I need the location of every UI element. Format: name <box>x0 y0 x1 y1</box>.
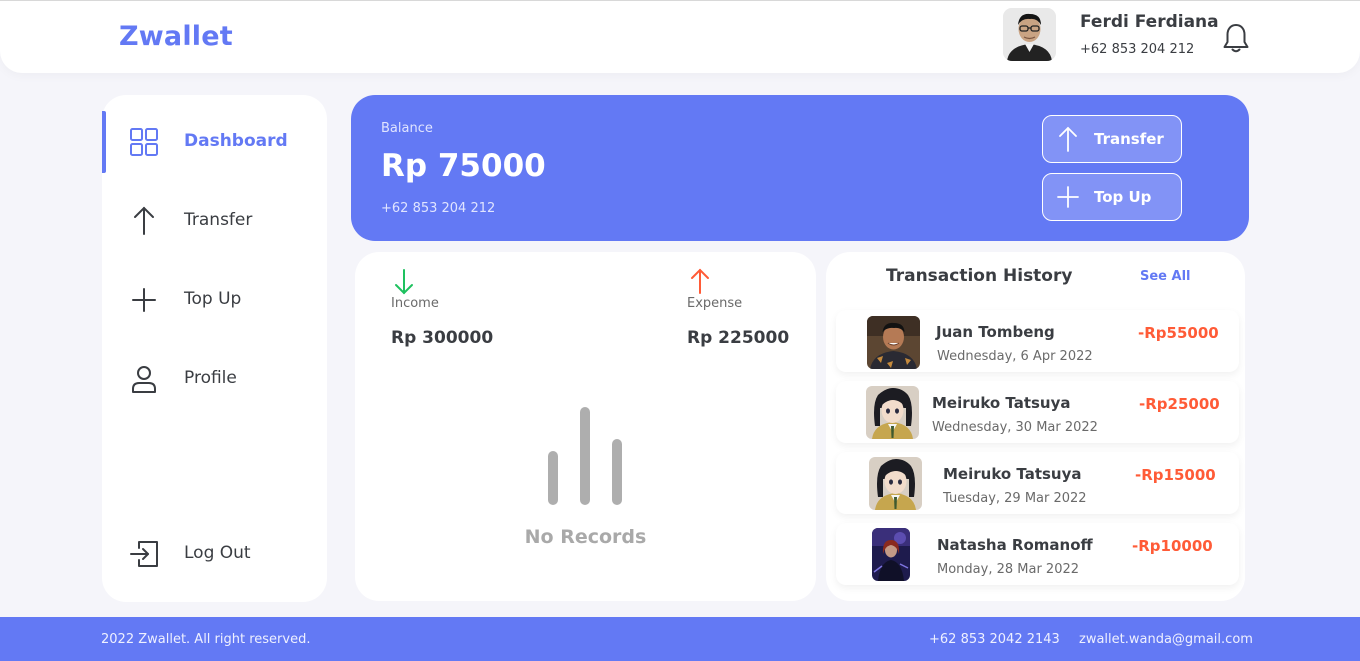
income-value: Rp 300000 <box>391 328 494 348</box>
user-avatar[interactable] <box>1003 8 1056 61</box>
transaction-item[interactable]: Natasha Romanoff Monday, 28 Mar 2022 -Rp… <box>836 523 1239 585</box>
balance-phone: +62 853 204 212 <box>381 201 496 216</box>
transaction-name: Meiruko Tatsuya <box>943 465 1082 483</box>
history-title: Transaction History <box>886 266 1073 286</box>
user-icon <box>129 364 159 394</box>
transaction-name: Juan Tombeng <box>936 323 1055 341</box>
transaction-item[interactable]: Meiruko Tatsuya Tuesday, 29 Mar 2022 -Rp… <box>836 452 1239 514</box>
plus-icon <box>129 285 159 315</box>
top-header: Zwallet Ferdi Ferdiana +62 853 204 212 <box>0 0 1360 73</box>
expense-label: Expense <box>687 296 743 311</box>
user-photo-icon <box>1003 8 1056 61</box>
transaction-item[interactable]: Meiruko Tatsuya Wednesday, 30 Mar 2022 -… <box>836 381 1239 443</box>
logout-icon <box>129 539 159 569</box>
contact-avatar <box>869 457 922 510</box>
transaction-date: Tuesday, 29 Mar 2022 <box>943 491 1087 506</box>
sidebar-item-transfer[interactable]: Transfer <box>102 190 327 252</box>
transaction-amount: -Rp10000 <box>1132 537 1213 555</box>
user-phone: +62 853 204 212 <box>1080 42 1195 57</box>
contact-avatar <box>872 528 910 581</box>
logout-button[interactable]: Log Out <box>102 523 327 585</box>
expense-value: Rp 225000 <box>687 328 790 348</box>
person-photo-icon <box>867 316 920 369</box>
arrow-down-icon <box>391 268 417 296</box>
active-indicator <box>102 111 106 173</box>
arrow-up-icon <box>1055 126 1081 152</box>
bar-chart-icon <box>543 406 625 506</box>
income-label: Income <box>391 296 439 311</box>
grid-icon <box>129 127 159 157</box>
topup-button-label: Top Up <box>1094 188 1152 206</box>
transaction-amount: -Rp25000 <box>1139 395 1220 413</box>
sidebar-item-label: Transfer <box>184 210 253 230</box>
user-name: Ferdi Ferdiana <box>1080 12 1219 32</box>
transfer-button[interactable]: Transfer <box>1042 115 1182 163</box>
footer: 2022 Zwallet. All right reserved. +62 85… <box>0 617 1360 661</box>
sidebar-item-label: Top Up <box>184 289 242 309</box>
transaction-date: Monday, 28 Mar 2022 <box>937 562 1080 577</box>
sidebar-item-topup[interactable]: Top Up <box>102 269 327 331</box>
brand-logo[interactable]: Zwallet <box>119 21 233 52</box>
balance-card: Balance Rp 75000 +62 853 204 212 Transfe… <box>351 95 1249 241</box>
transaction-date: Wednesday, 30 Mar 2022 <box>932 420 1098 435</box>
sidebar-item-profile[interactable]: Profile <box>102 348 327 410</box>
see-all-link[interactable]: See All <box>1140 269 1191 284</box>
income-expense-card: Income Rp 300000 Expense Rp 225000 No Re… <box>355 252 816 601</box>
arrow-up-icon <box>129 206 159 236</box>
transaction-item[interactable]: Juan Tombeng Wednesday, 6 Apr 2022 -Rp55… <box>836 310 1239 372</box>
footer-copyright: 2022 Zwallet. All right reserved. <box>101 632 311 647</box>
movie-poster-icon <box>872 528 910 581</box>
topup-button[interactable]: Top Up <box>1042 173 1182 221</box>
sidebar: Dashboard Transfer Top Up Profile Log Ou… <box>102 95 327 602</box>
transaction-history-card: Transaction History See All Juan Tombeng… <box>826 252 1245 601</box>
anime-avatar-icon <box>869 457 922 510</box>
contact-avatar <box>867 316 920 369</box>
sidebar-item-label: Profile <box>184 368 237 388</box>
plus-icon <box>1055 184 1081 210</box>
sidebar-item-dashboard[interactable]: Dashboard <box>102 111 327 173</box>
bell-icon[interactable] <box>1222 22 1250 54</box>
transaction-amount: -Rp15000 <box>1135 466 1216 484</box>
transaction-amount: -Rp55000 <box>1138 324 1219 342</box>
transaction-date: Wednesday, 6 Apr 2022 <box>937 349 1093 364</box>
arrow-up-icon <box>687 267 713 295</box>
balance-label: Balance <box>381 121 433 136</box>
sidebar-item-label: Dashboard <box>184 131 288 151</box>
transfer-button-label: Transfer <box>1094 130 1164 148</box>
logout-label: Log Out <box>184 543 251 563</box>
no-records-text: No Records <box>524 526 647 548</box>
footer-phone: +62 853 2042 2143 <box>929 632 1060 647</box>
transaction-name: Natasha Romanoff <box>937 536 1093 554</box>
transaction-name: Meiruko Tatsuya <box>932 394 1071 412</box>
contact-avatar <box>866 386 919 439</box>
balance-amount: Rp 75000 <box>381 148 546 184</box>
anime-avatar-icon <box>866 386 919 439</box>
footer-email[interactable]: zwallet.wanda@gmail.com <box>1079 632 1253 647</box>
